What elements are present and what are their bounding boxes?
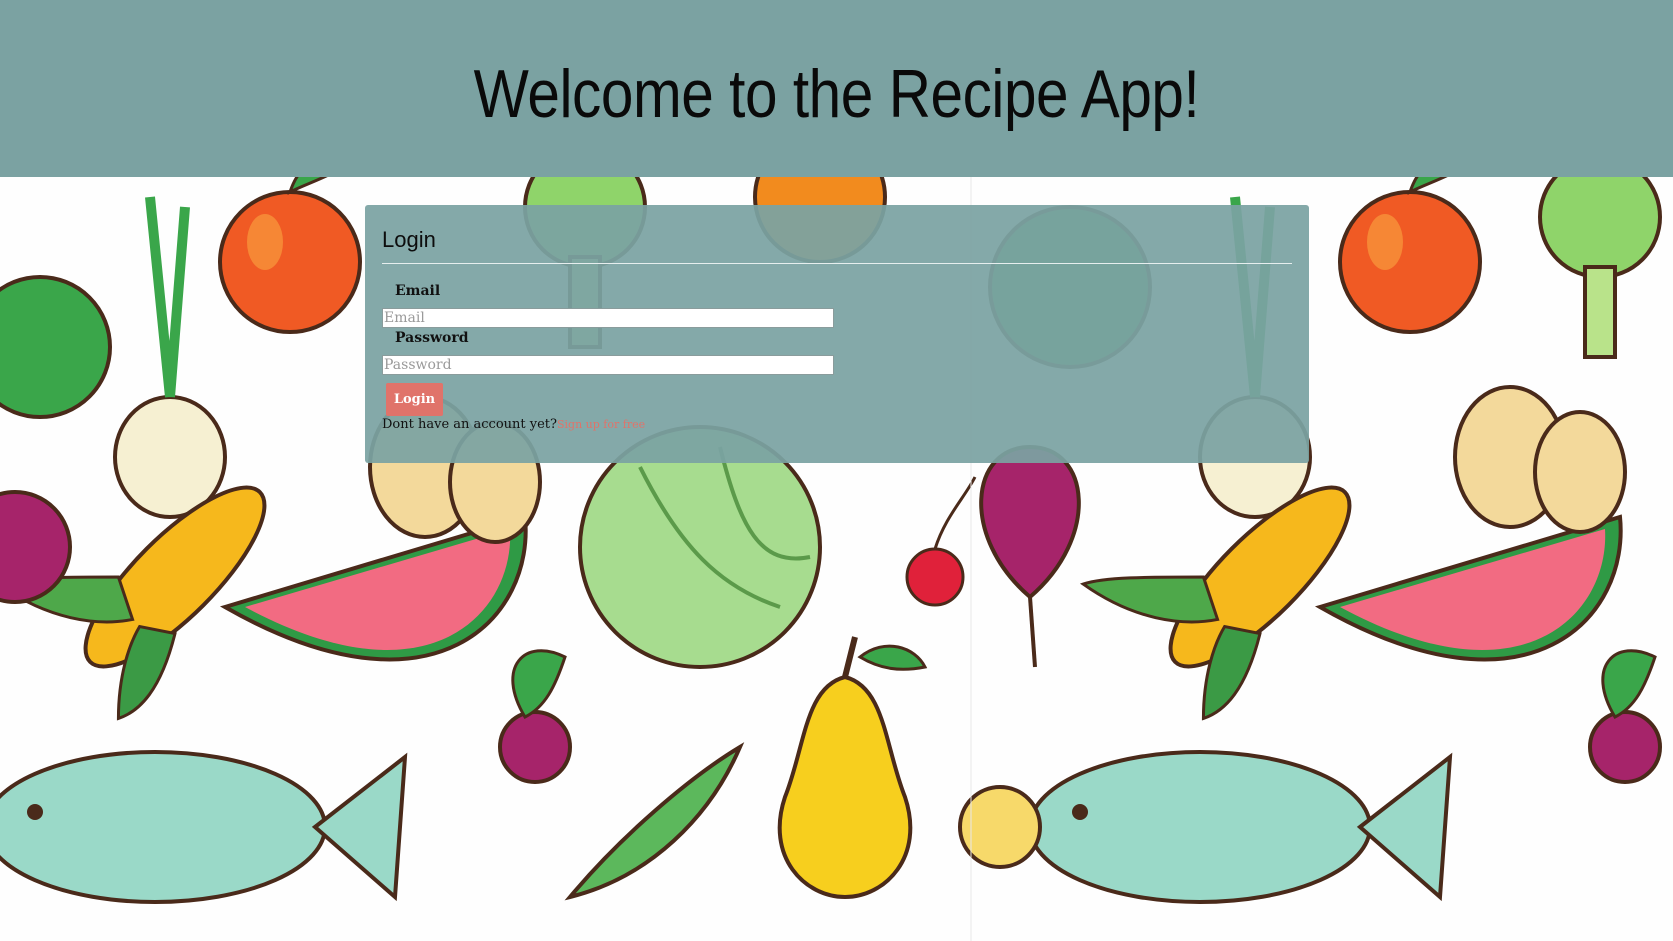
- email-field[interactable]: [382, 308, 834, 328]
- signup-link[interactable]: Sign up for free: [557, 418, 645, 431]
- page-title: Welcome to the Recipe App!: [473, 56, 1200, 132]
- heading-divider: [382, 263, 1292, 264]
- email-label: Email: [395, 283, 441, 299]
- login-button[interactable]: Login: [386, 383, 443, 416]
- signup-prompt-text: Dont have an account yet?: [382, 417, 557, 432]
- password-field[interactable]: [382, 355, 834, 375]
- password-label: Password: [395, 330, 469, 346]
- login-card: Login Email Password Login Dont have an …: [365, 205, 1309, 463]
- signup-prompt-line: Dont have an account yet?Sign up for fre…: [382, 417, 645, 432]
- login-heading: Login: [382, 227, 436, 252]
- app-header: Welcome to the Recipe App!: [0, 0, 1673, 177]
